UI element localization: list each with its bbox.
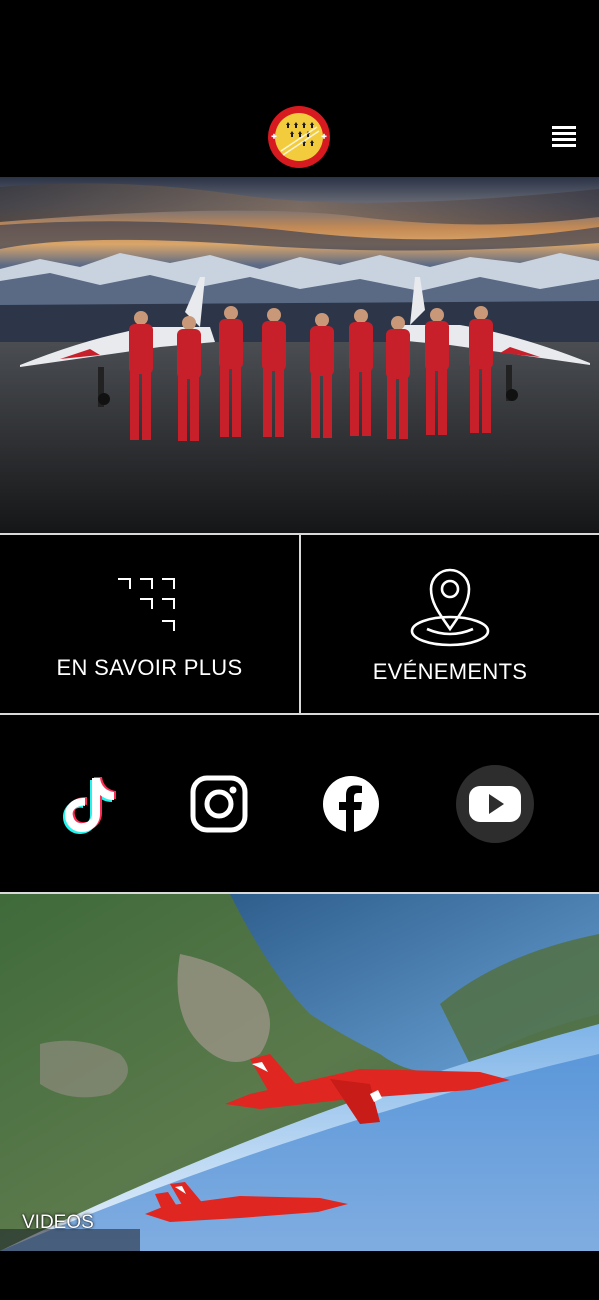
location-pin-icon	[410, 568, 490, 647]
youtube-icon[interactable]	[456, 765, 534, 843]
jets-formation-icon	[118, 578, 175, 631]
evenements-label: EVÉNEMENTS	[372, 659, 528, 684]
hamburger-menu-icon[interactable]	[548, 124, 580, 152]
videos-panel[interactable]	[0, 894, 599, 1251]
evenements-tile[interactable]: EVÉNEMENTS	[301, 535, 599, 713]
instagram-icon[interactable]	[190, 775, 248, 833]
videos-label: VIDEOS	[22, 1212, 94, 1233]
patrouille-suisse-logo-icon[interactable]	[267, 105, 331, 169]
hero-team-image	[0, 177, 599, 533]
facebook-icon[interactable]	[322, 775, 380, 833]
app-header	[0, 0, 599, 177]
en-savoir-plus-tile[interactable]: EN SAVOIR PLUS	[0, 535, 299, 713]
divider-middle	[0, 713, 599, 715]
en-savoir-plus-label: EN SAVOIR PLUS	[56, 655, 243, 680]
tiktok-icon[interactable]	[60, 772, 120, 836]
